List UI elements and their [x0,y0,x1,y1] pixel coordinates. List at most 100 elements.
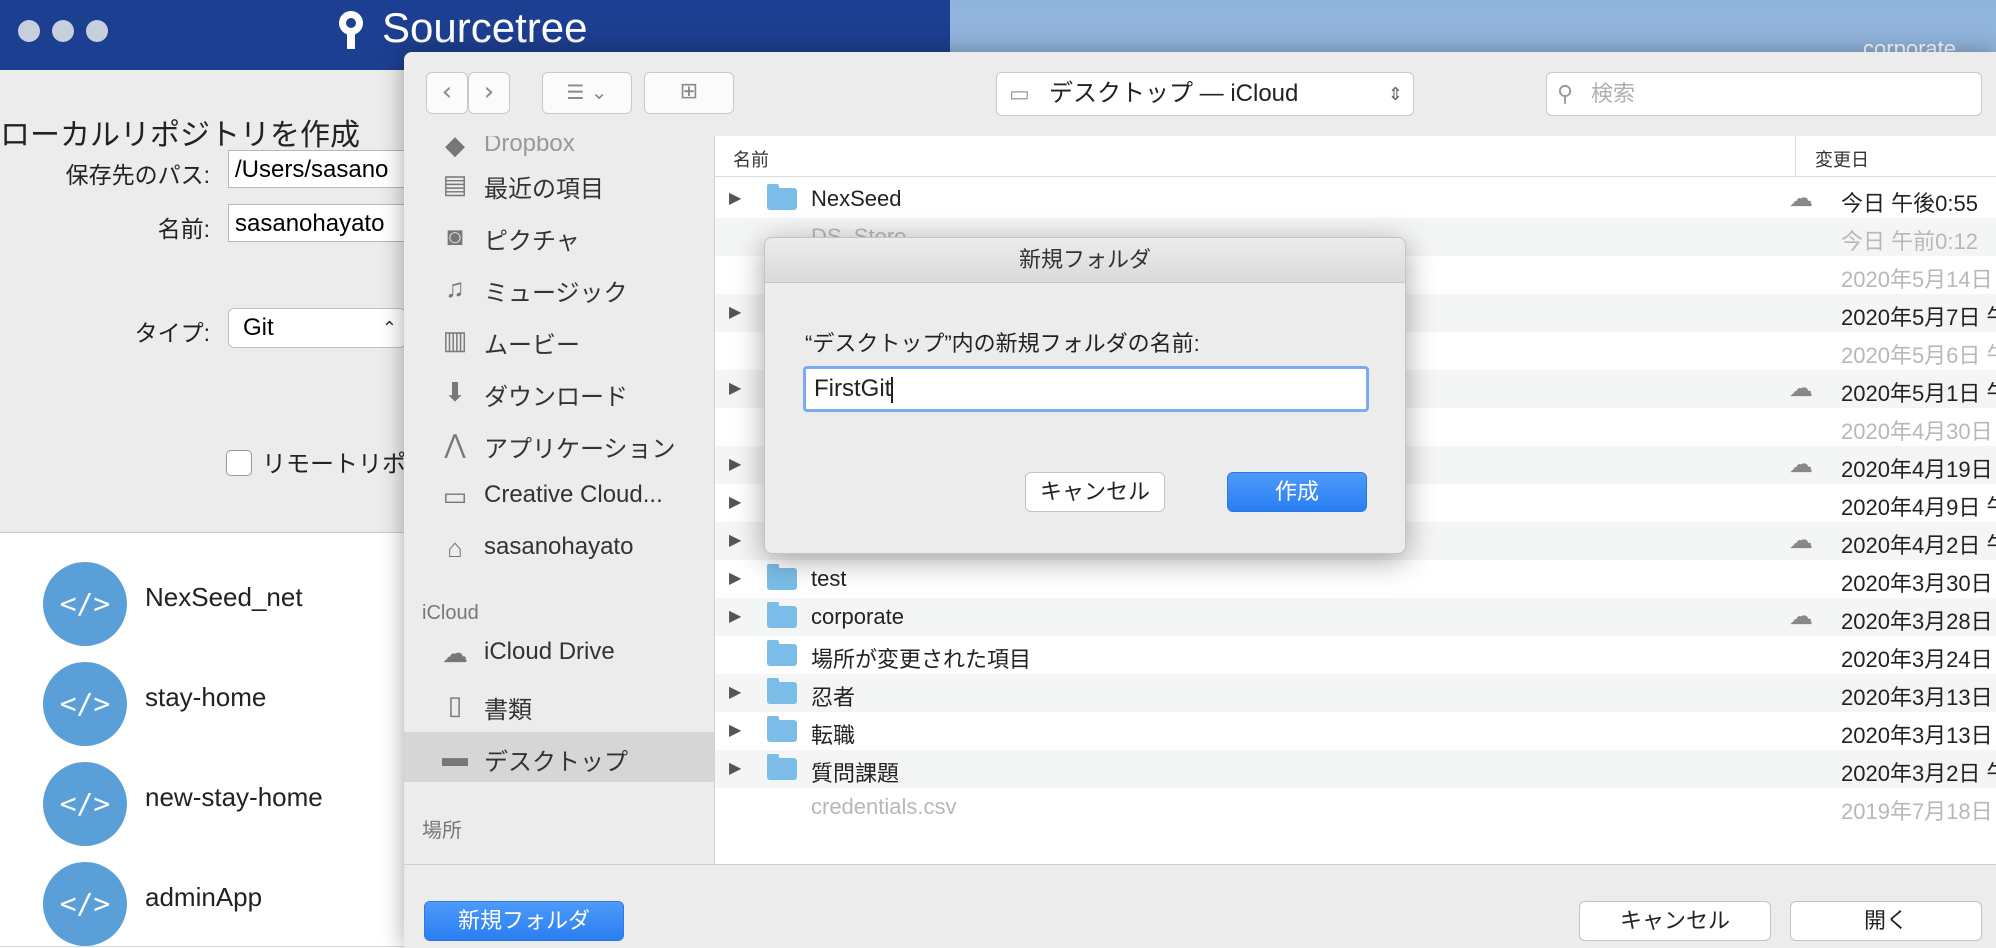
file-row[interactable]: ▶ 忍者 2020年3月13日 午後 [715,674,1996,712]
disclosure-triangle-icon[interactable]: ▶ [729,530,741,550]
name-label: 名前: [157,216,210,242]
sidebar-item-icloud-drive[interactable]: ☁ iCloud Drive [404,628,714,678]
forward-button[interactable]: › [468,72,510,114]
camera-icon: ◙ [447,221,463,251]
search-placeholder: 検索 [1591,81,1636,106]
updown-arrow-icon: ⇕ [1387,84,1403,104]
disclosure-triangle-icon[interactable]: ▶ [729,720,741,740]
sidebar-item-documents[interactable]: ▯ 書類 [404,680,714,730]
app-title: Sourcetree [382,4,588,51]
folder-icon [767,716,797,742]
disclosure-triangle-icon[interactable]: ▶ [729,758,741,778]
text-cursor [891,376,894,403]
open-button[interactable]: 開く [1790,901,1982,941]
minimize-window-button[interactable] [52,20,74,42]
file-date: 2020年4月30日 午後 [1841,419,1996,444]
sidebar-item-pictures[interactable]: ◙ ピクチャ [404,211,714,261]
folder-icon [767,564,797,590]
sidebar-item-creative-cloud[interactable]: ▭ Creative Cloud... [404,471,714,521]
code-icon: </> [43,662,127,746]
cancel-button[interactable]: キャンセル [1579,901,1771,941]
new-folder-toolbar-icon[interactable]: ⊞ [644,72,734,114]
file-row[interactable]: credentials.csv 2019年7月18日 午後 [715,788,1996,826]
file-row[interactable]: 場所が変更された項目 2020年3月24日 午前 [715,636,1996,674]
disclosure-triangle-icon[interactable]: ▶ [729,682,741,702]
file-row[interactable]: ▶ 転職 2020年3月13日 午前 [715,712,1996,750]
location-popup[interactable]: ▭ デスクトップ — iCloud ⇕ [996,72,1414,116]
cloud-download-icon[interactable]: ☁ [1789,184,1813,213]
file-row[interactable]: ▶ NexSeed ☁ 今日 午後0:55 [715,180,1996,218]
file-date: 2020年3月13日 午前 [1841,723,1996,748]
sidebar-item-applications[interactable]: ⋀ アプリケーション [404,419,714,469]
type-label: タイプ: [134,320,210,346]
file-date: 2020年5月14日 午後 [1841,267,1996,292]
sidebar-item-downloads[interactable]: ⬇ ダウンロード [404,367,714,417]
updown-arrow-icon: ⌃ [381,318,397,338]
folder-icon [767,602,797,628]
disclosure-triangle-icon[interactable]: ▶ [729,568,741,588]
file-name: credentials.csv [811,794,957,819]
column-divider[interactable] [1795,136,1796,176]
home-icon: ⌂ [447,533,463,563]
download-icon: ⬇ [444,377,466,407]
code-icon: </> [43,762,127,846]
new-folder-dialog: 新規フォルダ “デスクトップ”内の新規フォルダの名前: FirstGit キャン… [764,237,1406,554]
repo-name: adminApp [145,882,263,912]
folder-name-input[interactable]: FirstGit [803,366,1369,412]
documents-icon: ▯ [447,690,463,720]
sidebar-item-desktop[interactable]: ▬ デスクトップ [404,732,714,782]
new-folder-button[interactable]: 新規フォルダ [424,901,624,941]
file-date: 今日 午後0:55 [1841,191,1978,216]
file-date: 2019年7月18日 午後 [1841,799,1996,824]
file-name: corporate [811,604,904,629]
disclosure-triangle-icon[interactable]: ▶ [729,492,741,512]
disclosure-triangle-icon[interactable]: ▶ [729,302,741,322]
file-date: 2020年3月28日 午前 [1841,609,1996,634]
file-row[interactable]: ▶ test 2020年3月30日 午後 [715,560,1996,598]
sidebar-item-home[interactable]: ⌂ sasanohayato [404,523,714,573]
folder-icon: ▭ [1009,81,1030,106]
applications-icon: ⋀ [444,429,466,459]
sidebar-item-music[interactable]: ♫ ミュージック [404,263,714,313]
remote-repo-label: リモートリポ [262,451,406,478]
create-button[interactable]: 作成 [1227,472,1367,512]
file-row[interactable]: ▶ corporate ☁ 2020年3月28日 午前 [715,598,1996,636]
view-options-button[interactable]: ☰ ⌄ [542,72,632,114]
zoom-window-button[interactable] [86,20,108,42]
folder-icon [767,754,797,780]
file-name: 忍者 [811,685,856,710]
cloud-download-icon[interactable]: ☁ [1789,374,1813,403]
disclosure-triangle-icon[interactable]: ▶ [729,188,741,208]
cloud-download-icon[interactable]: ☁ [1789,602,1813,631]
sheet-title: ローカルリポジトリを作成 [0,119,360,152]
recents-icon: ▤ [442,169,468,199]
file-name: 転職 [811,723,856,748]
name-column-header[interactable]: 名前 [733,146,769,172]
folder-name-value: FirstGit [814,375,892,402]
sidebar-item-recents[interactable]: ▤ 最近の項目 [404,159,714,209]
path-label: 保存先のパス: [65,162,210,188]
file-date: 2020年5月1日 午前 [1841,381,1996,406]
cloud-download-icon[interactable]: ☁ [1789,526,1813,555]
file-name: NexSeed [811,186,902,211]
close-window-button[interactable] [18,20,40,42]
disclosure-triangle-icon[interactable]: ▶ [729,606,741,626]
back-button[interactable]: ‹ [426,72,468,114]
new-folder-cancel-button[interactable]: キャンセル [1025,472,1165,512]
file-row[interactable]: ▶ 質問課題 2020年3月2日 午後 [715,750,1996,788]
sidebar-item-movies[interactable]: ▥ ムービー [404,315,714,365]
repo-name: NexSeed_net [145,582,303,612]
modified-column-header[interactable]: 変更日 [1815,146,1869,172]
type-select[interactable]: Git ⌃ [228,308,406,348]
disclosure-triangle-icon[interactable]: ▶ [729,378,741,398]
cloud-icon: ☁ [442,638,468,668]
search-field[interactable]: ⚲ 検索 [1546,72,1982,116]
desktop-icon: ▬ [442,742,468,772]
film-icon: ▥ [442,325,468,355]
disclosure-triangle-icon[interactable]: ▶ [729,454,741,474]
folder-icon [767,640,797,666]
cloud-download-icon[interactable]: ☁ [1789,450,1813,479]
column-header: 名前 変更日 [715,136,1996,177]
remote-repo-checkbox[interactable] [226,450,252,476]
file-date: 2020年4月19日 午後 [1841,457,1996,482]
